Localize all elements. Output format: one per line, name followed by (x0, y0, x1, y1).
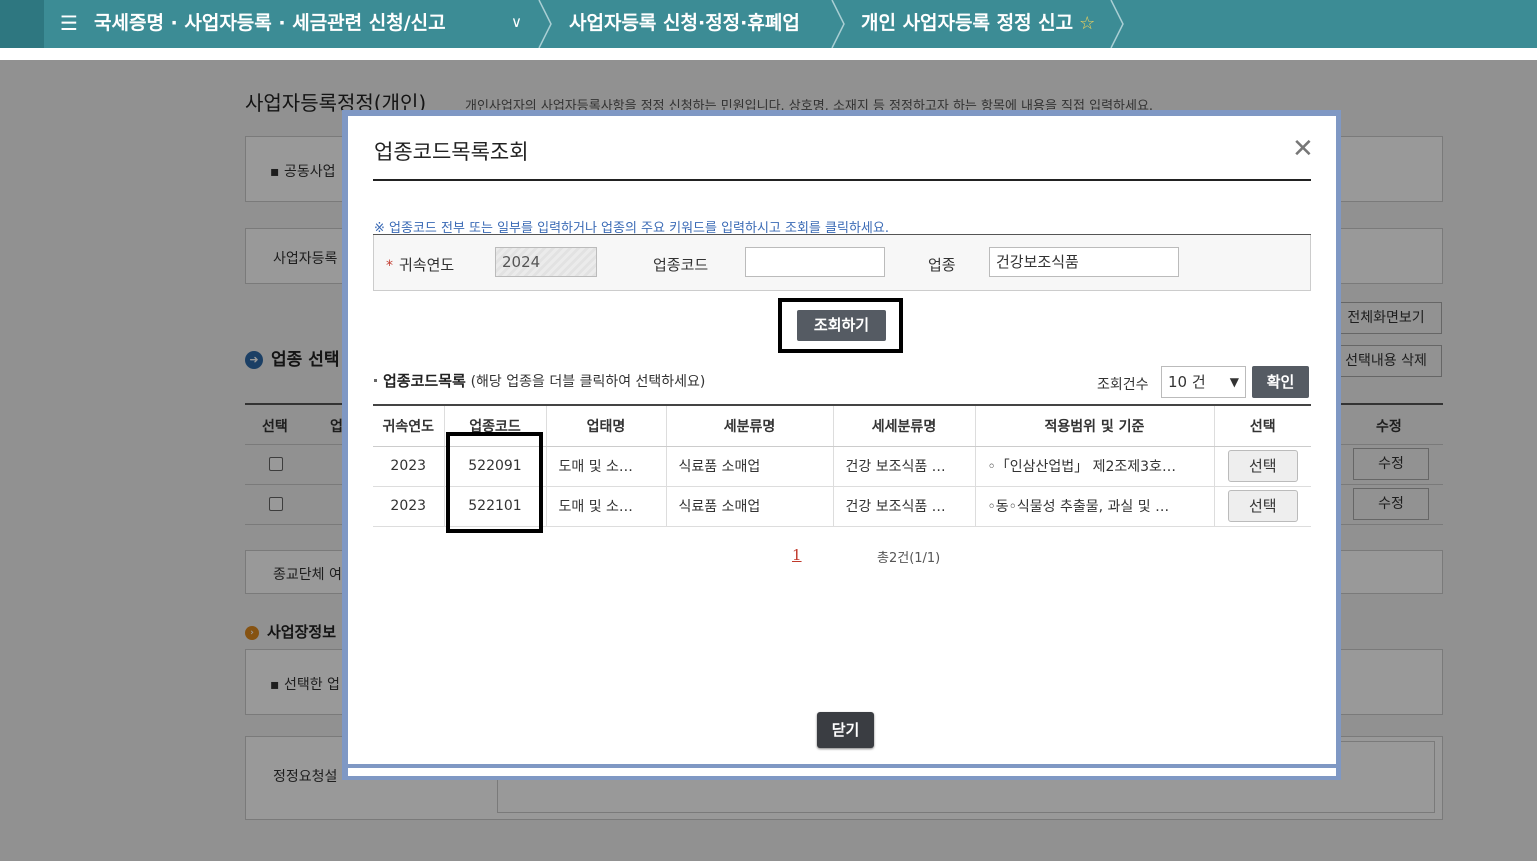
header-select: 선택 (1213, 404, 1311, 447)
header-scope: 적용범위 및 기준 (974, 404, 1214, 447)
cell-scope: ◦「인삼산업법」 제2조제3호… (974, 446, 1214, 487)
select-button[interactable]: 선택 (1227, 450, 1298, 482)
star-outline-icon[interactable]: ☆ (1079, 13, 1095, 34)
header-subclass: 세분류명 (665, 404, 833, 447)
modal-title: 업종코드목록조회 (374, 140, 529, 164)
hamburger-menu-icon[interactable]: ☰ (60, 12, 78, 34)
cell-detail-class: 건강 보조식품 … (832, 486, 975, 527)
breadcrumb-level3: 개인 사업자등록 정정 신고 ☆ (861, 0, 1095, 48)
pager-current-page[interactable]: 1 (792, 546, 802, 564)
breadcrumb-separator (831, 0, 845, 49)
chevron-down-icon[interactable]: ∨ (511, 13, 522, 31)
industry-code-modal: 업종코드목록조회 ✕ ※ 업종코드 전부 또는 일부를 입력하거나 업종의 주요… (348, 116, 1336, 764)
cell-year: 2023 (373, 446, 444, 487)
header-gap (0, 48, 1537, 60)
modal-frame-bottom-strip (348, 768, 1336, 776)
breadcrumb-separator (538, 0, 552, 49)
header-year: 귀속연도 (373, 404, 444, 447)
required-asterisk: * (386, 258, 393, 274)
result-count-value: 10 건 (1168, 373, 1206, 391)
result-count-select[interactable]: 10 건 ▼ (1161, 366, 1246, 398)
search-button[interactable]: 조회하기 (797, 310, 886, 341)
close-x-icon[interactable]: ✕ (1292, 136, 1314, 162)
cell-select: 선택 (1213, 446, 1311, 487)
year-field: 2024 (495, 247, 597, 277)
result-count-label: 조회건수 (1097, 377, 1149, 393)
breadcrumb-separator (1110, 0, 1124, 49)
code-list-title: 업종코드목록 (383, 372, 466, 390)
industry-label: 업종 (928, 256, 956, 274)
header-detail-class: 세세분류명 (832, 404, 975, 447)
cell-subclass: 식료품 소매업 (665, 486, 833, 527)
code-label: 업종코드 (653, 256, 709, 274)
chevron-down-icon: ▼ (1229, 375, 1239, 389)
pager-total: 총2건(1/1) (877, 551, 941, 566)
code-list-subtitle: (해당 업종을 더블 클릭하여 선택하세요) (470, 374, 706, 390)
cell-subclass: 식료품 소매업 (665, 446, 833, 487)
code-column-highlight (446, 432, 543, 533)
modal-title-divider (373, 179, 1311, 181)
code-list-heading: 업종코드목록 (해당 업종을 더블 클릭하여 선택하세요) (374, 370, 705, 391)
breadcrumb-left-strip (0, 0, 44, 48)
year-label: * 귀속연도 (386, 256, 455, 274)
confirm-button[interactable]: 확인 (1252, 366, 1309, 398)
header-business-type: 업태명 (545, 404, 666, 447)
breadcrumb-level3-label: 개인 사업자등록 정정 신고 (861, 12, 1074, 34)
close-button[interactable]: 닫기 (817, 712, 874, 748)
industry-keyword-input[interactable]: 건강보조식품 (989, 247, 1179, 277)
cell-detail-class: 건강 보조식품 … (832, 446, 975, 487)
cell-scope: ◦동◦식물성 추출물, 과실 및 … (974, 486, 1214, 527)
cell-business-type: 도매 및 소… (545, 486, 666, 527)
cell-select: 선택 (1213, 486, 1311, 527)
select-button[interactable]: 선택 (1227, 490, 1298, 522)
search-panel-top-line (373, 234, 1311, 235)
industry-code-input[interactable] (745, 247, 885, 277)
cell-year: 2023 (373, 486, 444, 527)
breadcrumb-level2[interactable]: 사업자등록 신청·정정·휴폐업 (569, 0, 800, 48)
cell-business-type: 도매 및 소… (545, 446, 666, 487)
breadcrumb-level1[interactable]: 국세증명 · 사업자등록 · 세금관련 신청/신고 (94, 0, 446, 48)
breadcrumb-bar: ☰ 국세증명 · 사업자등록 · 세금관련 신청/신고 ∨ 사업자등록 신청·정… (0, 0, 1537, 49)
